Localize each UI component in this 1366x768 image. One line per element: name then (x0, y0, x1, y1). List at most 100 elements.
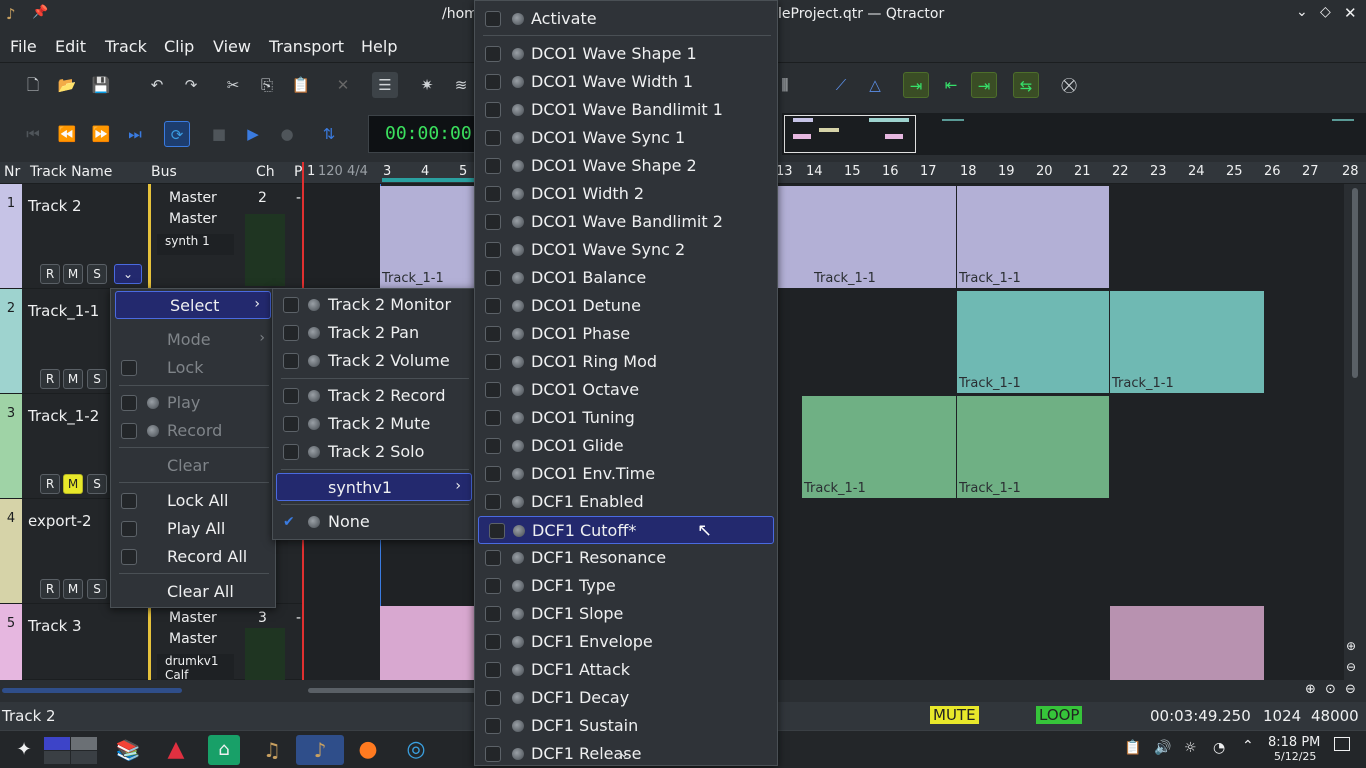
menu-help[interactable]: Help (361, 37, 397, 56)
mute-button[interactable]: M (63, 264, 83, 284)
loop-icon[interactable]: ⟳ (164, 121, 190, 147)
desktop-3[interactable] (44, 751, 70, 764)
clock-time[interactable]: 8:18 PM (1268, 735, 1320, 750)
synth-submenu-item[interactable]: synthv1 › (276, 473, 472, 501)
checkbox[interactable] (485, 466, 501, 482)
scroll-thumb[interactable] (308, 688, 478, 693)
solo-button[interactable]: S (87, 579, 107, 599)
wifi-icon[interactable]: ◔ (1213, 740, 1225, 756)
harp-icon[interactable]: ♫ (256, 735, 288, 765)
automation-dropdown[interactable]: ⌄ (114, 264, 142, 284)
parameter-item[interactable]: DCO1 Width 2 (475, 180, 777, 208)
zoom-in-icon[interactable]: ⊕ (1305, 682, 1316, 697)
fast-forward-icon[interactable]: ⏩ (88, 121, 114, 147)
loop-start-icon[interactable]: ⇤ (938, 72, 964, 98)
select-item[interactable]: Track 2 Mute (273, 410, 475, 438)
checkbox[interactable] (485, 634, 501, 650)
copy-icon[interactable]: ⎘ (254, 72, 280, 98)
parameter-item[interactable]: DCO1 Wave Bandlimit 2 (475, 208, 777, 236)
record-button[interactable]: R (40, 474, 60, 494)
none-item[interactable]: ✔ None (273, 508, 475, 536)
solo-button[interactable]: S (87, 264, 107, 284)
chevron-up-icon[interactable]: ⌃ (1242, 738, 1254, 754)
parameter-item[interactable]: DCF1 Type (475, 572, 777, 600)
track-bus[interactable]: Master Master drumkv1 Calf Limiter (148, 604, 238, 696)
parameter-item[interactable]: DCF1 Resonance (475, 544, 777, 572)
header-track-name[interactable]: Track Name (30, 164, 112, 180)
menu-clear-all[interactable]: Clear All (111, 578, 275, 606)
record-button[interactable]: R (40, 369, 60, 389)
select-item[interactable]: Track 2 Pan (273, 319, 475, 347)
parameter-item[interactable]: DCO1 Tuning (475, 404, 777, 432)
checkbox[interactable] (485, 326, 501, 342)
clip[interactable]: Track_1-1 (957, 396, 1109, 498)
checkbox[interactable] (485, 578, 501, 594)
play-icon[interactable]: ▶ (240, 121, 266, 147)
solo-button[interactable]: S (87, 369, 107, 389)
undo-icon[interactable]: ↶ (144, 72, 170, 98)
panic-icon[interactable]: ⛒ (1056, 72, 1082, 98)
punch-in-icon[interactable]: ⇥ (903, 72, 929, 98)
parameter-item[interactable]: DCO1 Wave Shape 1 (475, 40, 777, 68)
cut-icon[interactable]: ✂ (220, 72, 246, 98)
checkbox[interactable] (485, 298, 501, 314)
menu-mode[interactable]: Mode › (111, 326, 275, 354)
checkbox[interactable] (485, 242, 501, 258)
ardour-icon[interactable]: ▲ (160, 735, 192, 765)
select-item[interactable]: Track 2 Solo (273, 438, 475, 466)
new-track-icon[interactable]: ✷ (414, 72, 440, 98)
menu-view[interactable]: View (213, 37, 251, 56)
parameter-item[interactable]: DCF1 Sustain (475, 712, 777, 740)
checkbox[interactable] (485, 46, 501, 62)
parameter-item[interactable]: DCF1 Decay (475, 684, 777, 712)
header-bus[interactable]: Bus (151, 164, 177, 180)
show-desktop-icon[interactable] (1334, 737, 1350, 751)
checkbox[interactable] (485, 102, 501, 118)
parameter-item[interactable]: DCF1 Slope (475, 600, 777, 628)
checkbox[interactable] (489, 523, 505, 539)
checkbox[interactable] (485, 690, 501, 706)
parameter-item[interactable]: DCO1 Wave Width 1 (475, 68, 777, 96)
checkbox[interactable] (485, 158, 501, 174)
scroll-thumb[interactable] (1352, 188, 1358, 378)
header-nr[interactable]: Nr (4, 164, 20, 180)
zoom-reset-icon[interactable]: ⊙ (1325, 682, 1336, 697)
track-row[interactable]: 5 Track 3 Master Master drumkv1 Calf Lim… (0, 604, 302, 696)
checkbox[interactable] (283, 416, 299, 432)
zoom-in-icon[interactable]: ⊕ (1346, 639, 1356, 653)
clip[interactable]: Track_1-1 (380, 186, 476, 288)
delete-icon[interactable]: ✕ (330, 72, 356, 98)
clip[interactable]: Track_1-1 (1110, 291, 1264, 393)
rewind-start-icon[interactable]: ⏮ (20, 121, 46, 147)
parameter-item[interactable]: DCO1 Wave Bandlimit 1 (475, 96, 777, 124)
clip[interactable]: Track_1-1 (957, 291, 1109, 393)
record-button[interactable]: R (40, 264, 60, 284)
close-icon[interactable]: ✕ (1344, 4, 1357, 22)
brightness-icon[interactable]: ☼ (1184, 740, 1197, 756)
checkbox[interactable] (485, 550, 501, 566)
menu-record[interactable]: Record (111, 417, 275, 445)
punch-icon[interactable]: ⇅ (316, 121, 342, 147)
checkbox[interactable] (485, 606, 501, 622)
parameter-item[interactable]: DCO1 Ring Mod (475, 348, 777, 376)
menu-clear[interactable]: Clear (111, 452, 275, 480)
record-button[interactable]: R (40, 579, 60, 599)
clip[interactable] (1110, 606, 1264, 680)
house-icon[interactable]: ⌂ (208, 735, 240, 765)
checkbox[interactable] (485, 746, 501, 762)
checkbox[interactable] (485, 74, 501, 90)
launcher-icon[interactable]: ✦ (8, 735, 40, 765)
parameter-item[interactable]: DCO1 Detune (475, 292, 777, 320)
vertical-scrollbar[interactable]: ⊕ ⊖ (1344, 184, 1366, 680)
clip[interactable]: Track_1-1 (957, 186, 1109, 288)
redo-icon[interactable]: ↷ (178, 72, 204, 98)
forward-end-icon[interactable]: ⏭ (122, 121, 148, 147)
parameter-item[interactable]: DCO1 Glide (475, 432, 777, 460)
mute-button[interactable]: M (63, 474, 83, 494)
parameter-item[interactable]: DCO1 Phase (475, 320, 777, 348)
checkbox[interactable] (283, 297, 299, 313)
checkbox[interactable] (283, 444, 299, 460)
checkbox[interactable] (485, 438, 501, 454)
paste-icon[interactable]: 📋 (288, 72, 314, 98)
follow-playhead-icon[interactable]: ⇆ (1013, 72, 1039, 98)
